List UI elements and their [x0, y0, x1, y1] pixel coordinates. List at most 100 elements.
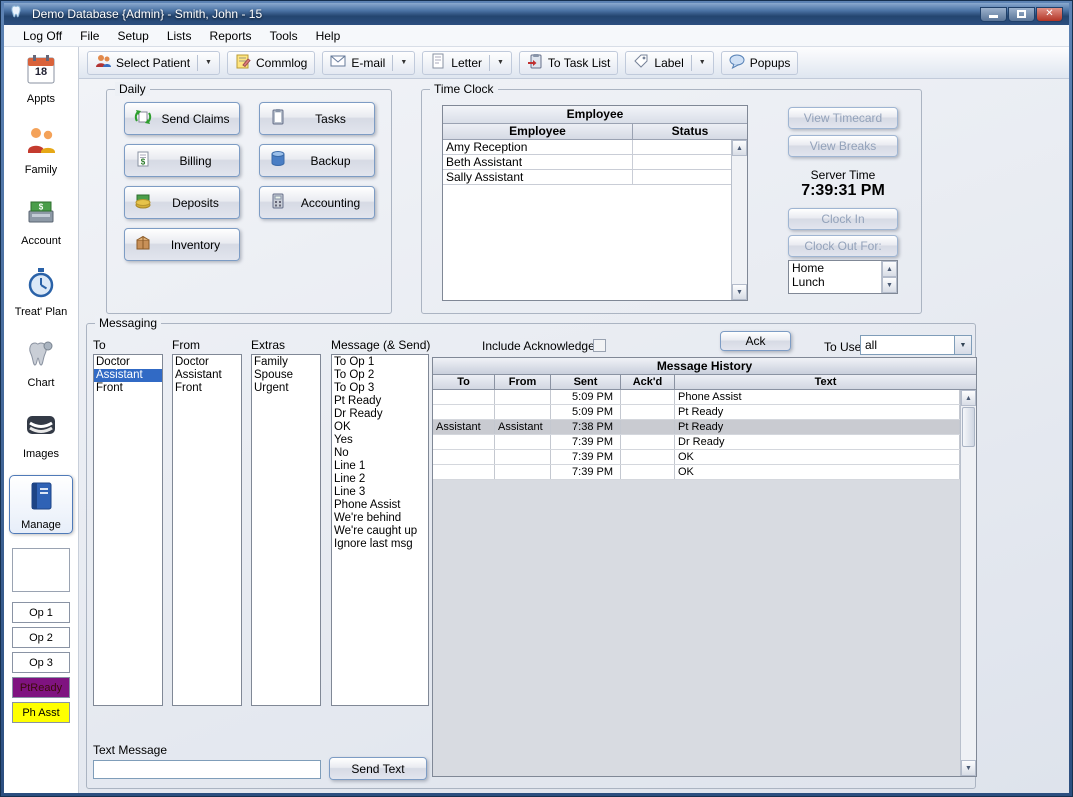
view-breaks-button[interactable]: View Breaks	[788, 135, 898, 157]
message-history-row[interactable]: Assistant Assistant 7:38 PM Pt Ready	[433, 420, 960, 435]
select-patient-button[interactable]: Select Patient ▼	[87, 51, 220, 75]
operatory-button[interactable]: Op 3	[12, 652, 70, 673]
billing-button[interactable]: $ Billing	[124, 144, 240, 177]
scroll-down-icon[interactable]: ▼	[961, 760, 976, 776]
operatory-button[interactable]: Op 2	[12, 627, 70, 648]
sidebar-item-manage[interactable]: Manage	[9, 475, 73, 534]
message-history-row[interactable]: 7:39 PM OK	[433, 450, 960, 465]
list-item[interactable]: OK	[332, 421, 428, 434]
list-item[interactable]: Spouse	[252, 369, 320, 382]
sidebar-item-images[interactable]: Images	[9, 404, 73, 463]
scroll-up-icon[interactable]: ▲	[961, 390, 976, 406]
label-button[interactable]: Label ▼	[625, 51, 713, 75]
clock-out-scrollbar[interactable]: ▲ ▼	[881, 261, 897, 293]
commlog-button[interactable]: Commlog	[227, 51, 315, 75]
sidebar-item-family[interactable]: Family	[9, 120, 73, 179]
minimize-icon[interactable]	[980, 7, 1007, 22]
list-item[interactable]: Doctor	[173, 356, 241, 369]
operatory-button[interactable]: Ph Asst	[12, 702, 70, 723]
employee-table-header: Employee Status	[443, 124, 747, 140]
list-item[interactable]: Line 2	[332, 473, 428, 486]
list-item[interactable]: We're behind	[332, 512, 428, 525]
menu-tools[interactable]: Tools	[261, 26, 307, 46]
include-acknowledged-checkbox[interactable]	[593, 339, 606, 352]
employee-row[interactable]: Sally Assistant	[443, 170, 731, 185]
employee-row[interactable]: Beth Assistant	[443, 155, 731, 170]
chevron-down-icon[interactable]: ▼	[400, 59, 407, 66]
menu-help[interactable]: Help	[307, 26, 350, 46]
chevron-down-icon[interactable]: ▼	[497, 59, 504, 66]
list-item[interactable]: Assistant	[94, 369, 162, 382]
send-claims-button[interactable]: Send Claims	[124, 102, 240, 135]
sidebar-item-chart[interactable]: Chart	[9, 333, 73, 392]
scroll-up-icon[interactable]: ▲	[882, 261, 897, 277]
manage-book-icon	[24, 479, 58, 518]
sidebar-item-account[interactable]: $ Account	[9, 191, 73, 250]
list-item[interactable]: Doctor	[94, 356, 162, 369]
ack-button[interactable]: Ack	[720, 331, 791, 351]
chevron-down-icon[interactable]: ▼	[699, 59, 706, 66]
list-item[interactable]: Ignore last msg	[332, 538, 428, 551]
list-item[interactable]: Urgent	[252, 382, 320, 395]
list-item[interactable]: To Op 3	[332, 382, 428, 395]
clock-out-for-button[interactable]: Clock Out For:	[788, 235, 898, 257]
inventory-button[interactable]: Inventory	[124, 228, 240, 261]
sidebar-item-appts[interactable]: 18 Appts	[9, 49, 73, 108]
message-history-row[interactable]: 5:09 PM Pt Ready	[433, 405, 960, 420]
list-item[interactable]: Line 3	[332, 486, 428, 499]
list-item[interactable]: To Op 1	[332, 356, 428, 369]
list-item[interactable]: Front	[94, 382, 162, 395]
operatory-button[interactable]: Op 1	[12, 602, 70, 623]
accounting-button[interactable]: Accounting	[259, 186, 375, 219]
list-item[interactable]: Line 1	[332, 460, 428, 473]
to-task-list-button[interactable]: To Task List	[519, 51, 618, 75]
scroll-up-icon[interactable]: ▲	[732, 140, 747, 156]
menu-log-off[interactable]: Log Off	[14, 26, 71, 46]
close-icon[interactable]: ✕	[1036, 7, 1063, 22]
menu-file[interactable]: File	[71, 26, 108, 46]
list-item[interactable]: Phone Assist	[332, 499, 428, 512]
list-item[interactable]: Dr Ready	[332, 408, 428, 421]
list-item[interactable]: We're caught up	[332, 525, 428, 538]
letter-button[interactable]: Letter ▼	[422, 51, 512, 75]
menu-reports[interactable]: Reports	[201, 26, 261, 46]
list-item[interactable]: Front	[173, 382, 241, 395]
chevron-down-icon[interactable]: ▼	[954, 336, 971, 354]
backup-button[interactable]: Backup	[259, 144, 375, 177]
message-history-row[interactable]: 7:39 PM OK	[433, 465, 960, 480]
maximize-icon[interactable]	[1008, 7, 1035, 22]
tasks-button[interactable]: Tasks	[259, 102, 375, 135]
list-item[interactable]: No	[332, 447, 428, 460]
view-timecard-button[interactable]: View Timecard	[788, 107, 898, 129]
letter-icon	[430, 53, 446, 72]
titlebar[interactable]: Demo Database {Admin} - Smith, John - 15…	[4, 3, 1069, 25]
email-button[interactable]: E-mail ▼	[322, 51, 415, 75]
list-item[interactable]: Pt Ready	[332, 395, 428, 408]
scroll-down-icon[interactable]: ▼	[732, 284, 747, 300]
popups-button[interactable]: Popups	[721, 51, 799, 75]
message-history-scrollbar[interactable]: ▲ ▼	[960, 390, 976, 776]
sidebar-item-treat-plan[interactable]: Treat' Plan	[9, 262, 73, 321]
scroll-down-icon[interactable]: ▼	[882, 277, 897, 293]
list-item[interactable]: Yes	[332, 434, 428, 447]
deposits-button[interactable]: Deposits	[124, 186, 240, 219]
employee-row[interactable]: Amy Reception	[443, 140, 731, 155]
list-item[interactable]: Family	[252, 356, 320, 369]
scrollbar-thumb[interactable]	[962, 407, 975, 447]
employee-table-scrollbar[interactable]: ▲ ▼	[731, 140, 747, 300]
clock-out-option[interactable]: Lunch	[789, 275, 881, 289]
list-item[interactable]: To Op 2	[332, 369, 428, 382]
menu-setup[interactable]: Setup	[108, 26, 157, 46]
text-message-input[interactable]	[93, 760, 321, 779]
menu-lists[interactable]: Lists	[158, 26, 201, 46]
to-user-combobox[interactable]: all ▼	[860, 335, 972, 355]
clock-out-option[interactable]: Home	[789, 261, 881, 275]
message-history-row[interactable]: 7:39 PM Dr Ready	[433, 435, 960, 450]
message-history-row[interactable]: 5:09 PM Phone Assist	[433, 390, 960, 405]
list-item[interactable]: Assistant	[173, 369, 241, 382]
chevron-down-icon[interactable]: ▼	[205, 59, 212, 66]
send-text-button[interactable]: Send Text	[329, 757, 427, 780]
clock-in-button[interactable]: Clock In	[788, 208, 898, 230]
operatory-button[interactable]: PtReady	[12, 677, 70, 698]
menu-bar: Log Off File Setup Lists Reports Tools H…	[4, 25, 1069, 47]
